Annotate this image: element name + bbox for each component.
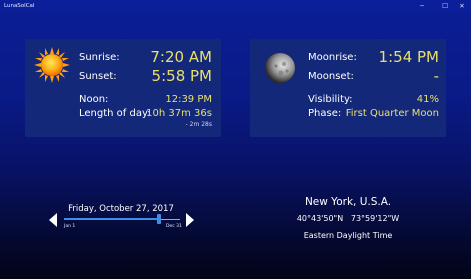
visibility-label: Visibility: xyxy=(308,94,353,105)
sunset-label: Sunset: xyxy=(79,71,117,82)
length-of-day-delta: - 2m 28s xyxy=(185,121,212,128)
noon-value: 12:39 PM xyxy=(165,94,212,105)
window-title: LunaSolCal xyxy=(4,3,35,9)
latitude: 40°43'50"N xyxy=(296,214,344,223)
maximize-icon[interactable]: ☐ xyxy=(438,0,452,12)
triangle-left-icon[interactable] xyxy=(49,213,57,227)
noon-label: Noon: xyxy=(79,94,109,105)
sunset-value: 5:58 PM xyxy=(151,67,212,85)
close-icon[interactable]: ✕ xyxy=(455,0,469,12)
moon-icon xyxy=(265,53,295,83)
date-slider-thumb[interactable] xyxy=(157,214,162,224)
location-city[interactable]: New York, U.S.A. xyxy=(258,196,438,208)
sunrise-value: 7:20 AM xyxy=(150,48,212,66)
slider-end-label: Dec 31 xyxy=(166,224,182,229)
sun-icon xyxy=(34,47,70,83)
location-coordinates: 40°43'50"N 73°59'12"W xyxy=(258,214,438,223)
slider-start-label: Jan 1 xyxy=(64,224,76,229)
phase-value: First Quarter Moon xyxy=(345,108,439,119)
length-of-day-label: Length of day: xyxy=(79,108,151,119)
moonrise-value: 1:54 PM xyxy=(378,48,439,66)
moonrise-label: Moonrise: xyxy=(308,52,357,63)
visibility-value: 41% xyxy=(416,94,439,105)
moon-panel: Moonrise: 1:54 PM Moonset: - Visibility:… xyxy=(250,39,446,137)
title-bar: LunaSolCal ─ ☐ ✕ xyxy=(0,0,471,12)
length-of-day-value: 10h 37m 36s xyxy=(146,108,212,119)
moonset-value: - xyxy=(433,67,439,85)
moonset-label: Moonset: xyxy=(308,71,354,82)
minimize-icon[interactable]: ─ xyxy=(415,0,429,12)
sun-panel: Sunrise: 7:20 AM Sunset: 5:58 PM Noon: 1… xyxy=(25,39,221,137)
triangle-right-icon[interactable] xyxy=(186,213,194,227)
selected-date: Friday, October 27, 2017 xyxy=(68,204,174,214)
timezone: Eastern Daylight Time xyxy=(303,231,393,240)
date-slider-fill xyxy=(64,218,160,220)
phase-label: Phase: xyxy=(308,108,342,119)
sunrise-label: Sunrise: xyxy=(79,52,120,63)
longitude: 73°59'12"W xyxy=(350,214,400,223)
